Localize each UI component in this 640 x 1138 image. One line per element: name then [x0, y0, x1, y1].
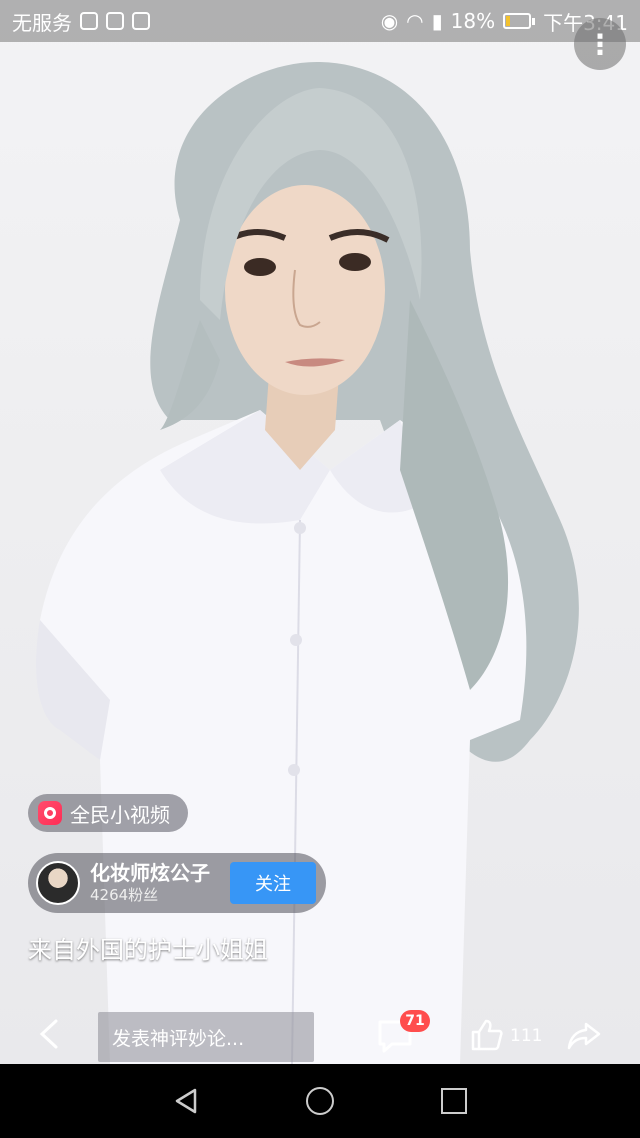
sim-icon: ▮	[431, 9, 443, 33]
nav-back-icon[interactable]	[173, 1087, 199, 1115]
like-icon[interactable]	[470, 1018, 504, 1052]
quanmin-logo-icon	[38, 801, 62, 825]
carrier-label: 无服务	[12, 10, 72, 35]
app-icon-1	[80, 12, 98, 30]
author-name[interactable]: 化妆师炫公子	[90, 861, 218, 885]
nav-recent-apps-icon[interactable]	[440, 1088, 467, 1114]
share-icon[interactable]	[566, 1020, 602, 1052]
baidu-icon	[106, 12, 124, 30]
source-tag[interactable]: 全民小视频	[28, 794, 188, 832]
battery-icon	[503, 13, 536, 29]
action-bar: 发表神评妙论... 71 111	[0, 1004, 640, 1064]
video-caption: 来自外国的护士小姐姐	[28, 936, 268, 964]
paw-icon	[132, 12, 150, 30]
system-nav-bar	[0, 1064, 640, 1138]
comment-input[interactable]: 发表神评妙论...	[98, 1012, 314, 1062]
follow-button[interactable]: 关注	[230, 862, 316, 904]
battery-percent: 18%	[450, 9, 496, 33]
more-icon: ⋮	[586, 27, 614, 61]
avatar[interactable]	[36, 861, 80, 905]
author-fans: 4264粉丝	[90, 886, 159, 904]
wifi-icon: ◠	[406, 9, 424, 33]
back-arrow-icon[interactable]	[34, 1018, 64, 1050]
like-count: 111	[510, 1026, 543, 1046]
more-options-button[interactable]: ⋮	[574, 18, 626, 70]
source-label: 全民小视频	[70, 802, 170, 827]
comment-count-badge: 71	[400, 1010, 430, 1032]
nav-home-icon[interactable]	[305, 1087, 334, 1115]
status-bar: 无服务 ◉ ◠ ▮ 18% 下午3:41	[0, 0, 640, 42]
author-card[interactable]: 化妆师炫公子 4264粉丝 关注	[28, 853, 326, 913]
eye-icon: ◉	[380, 9, 399, 33]
